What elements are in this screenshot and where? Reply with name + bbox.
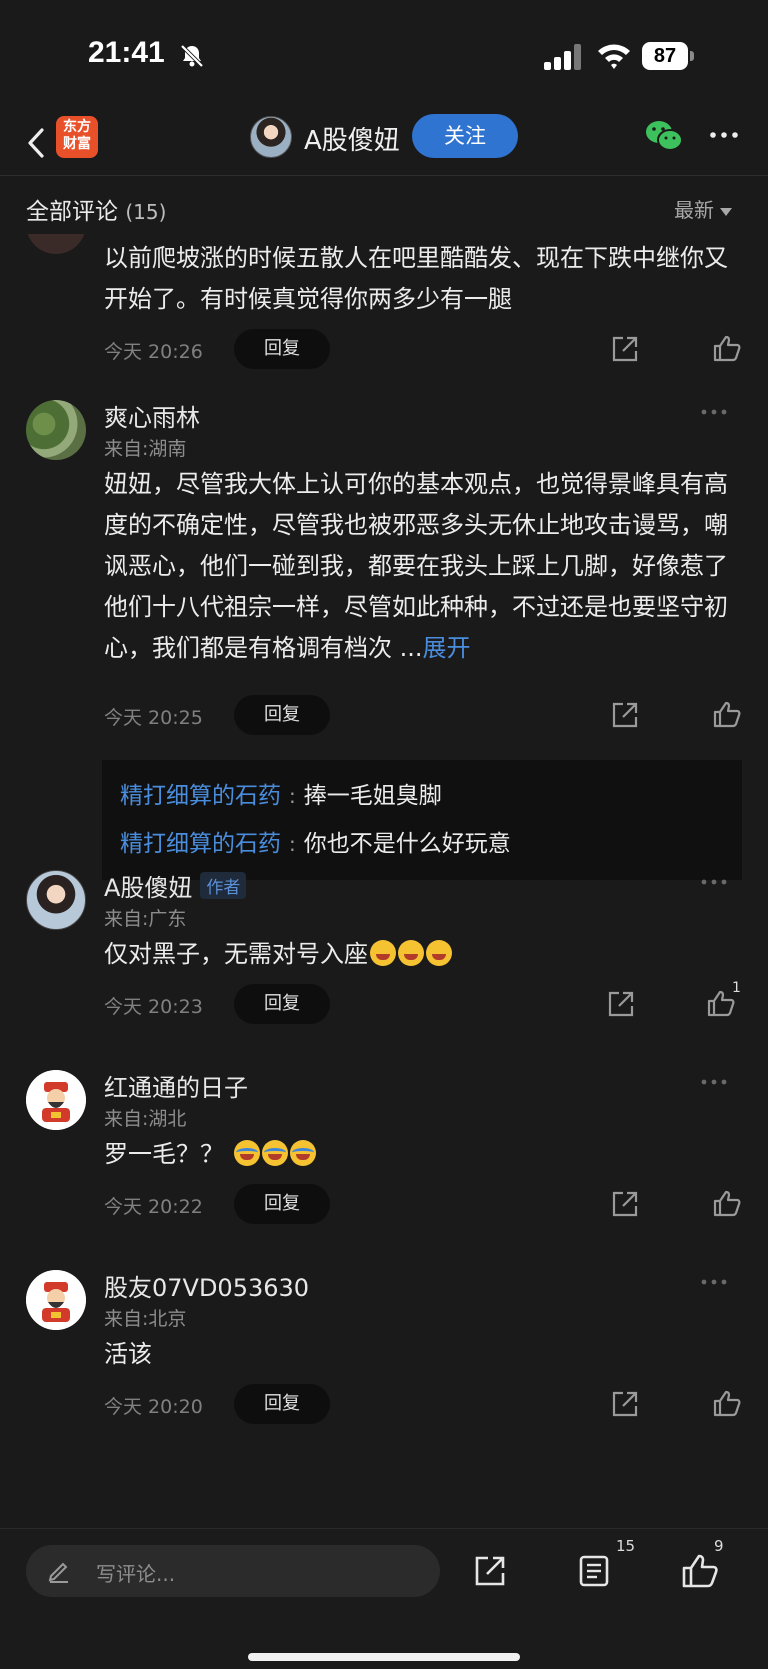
sub-reply-user[interactable]: 精打细算的石药 [120, 783, 281, 809]
thumbs-up-icon[interactable] [712, 699, 742, 729]
top-nav: 东方 财富 A股傻妞 关注 [0, 110, 768, 176]
comment-time: 今天 20:20 [104, 1396, 203, 1418]
pencil-icon [48, 1562, 68, 1583]
more-options-icon[interactable] [708, 122, 740, 148]
comment-more-icon[interactable] [700, 874, 728, 890]
app-logo[interactable]: 东方 财富 [56, 116, 98, 158]
author-name[interactable]: A股傻妞 [304, 120, 400, 157]
sub-reply-user[interactable]: 精打细算的石药 [120, 831, 281, 857]
like-count: 1 [732, 980, 741, 996]
fortune-god-icon [26, 1270, 86, 1330]
follow-button[interactable]: 关注 [412, 114, 518, 158]
comment-time: 今天 20:25 [104, 707, 203, 729]
comment-body: 妞妞，尽管我大体上认可你的基本观点，也觉得景峰具有高度的不确定性，尽管我也被邪恶… [104, 470, 728, 662]
battery-level: 87 [642, 42, 688, 70]
comment-more-icon[interactable] [700, 404, 728, 420]
write-comment-placeholder: 写评论... [96, 1562, 176, 1586]
author-badge: 作者 [200, 872, 247, 899]
sub-reply-text: 捧一毛姐臭脚 [303, 783, 442, 809]
sub-reply-text: 你也不是什么好玩意 [303, 831, 511, 857]
commenter-name[interactable]: 股友07VD053630 [104, 1268, 309, 1303]
reply-button[interactable]: 回复 [234, 1184, 330, 1224]
all-comments-title: 全部评论 (15) [26, 199, 167, 225]
commenter-location: 来自:湖北 [104, 1108, 187, 1130]
commenter-location: 来自:广东 [104, 908, 187, 930]
back-arrow-icon[interactable] [22, 120, 52, 166]
share-icon[interactable] [472, 1553, 508, 1589]
sub-reply[interactable]: 精打细算的石药: 你也不是什么好玩意 [120, 820, 724, 868]
caret-down-icon [720, 207, 732, 216]
bell-off-icon [180, 44, 204, 68]
status-bar: 21:41 87 [0, 0, 768, 110]
comment-total-count: 15 [616, 1537, 636, 1555]
reply-button[interactable]: 回复 [234, 695, 330, 735]
write-comment-input[interactable]: 写评论... [26, 1545, 440, 1597]
avatar[interactable] [26, 870, 86, 930]
grin-emoji-icon [370, 940, 396, 966]
laugh-cry-emoji-icon [261, 1140, 288, 1166]
share-icon[interactable] [610, 700, 640, 730]
avatar[interactable] [26, 400, 86, 460]
comment-section-header: 全部评论 (15) 最新 [0, 184, 768, 234]
commenter-location: 来自:湖南 [104, 438, 187, 460]
comment-more-icon[interactable] [700, 1074, 728, 1090]
thumbs-up-icon[interactable] [712, 1188, 742, 1218]
thumbs-up-icon[interactable] [680, 1551, 718, 1589]
bottom-action-bar: 写评论... 15 9 [0, 1528, 768, 1669]
comment-body: 以前爬坡涨的时候五散人在吧里酷酷发、现在下跌中继你又开始了。有时候真觉得你两多少… [104, 244, 728, 313]
comment-body: 活该 [104, 1340, 152, 1368]
comments-list-icon[interactable] [576, 1553, 612, 1589]
commenter-name[interactable]: 红通通的日子 [104, 1068, 248, 1103]
laugh-cry-emoji-icon [289, 1140, 316, 1166]
avatar[interactable] [26, 1270, 86, 1330]
wifi-icon [598, 44, 630, 69]
clock: 21:41 [88, 36, 165, 69]
sort-dropdown[interactable]: 最新 [674, 194, 732, 223]
wechat-share-icon[interactable] [644, 118, 684, 154]
comment-time: 今天 20:26 [104, 341, 203, 363]
share-icon[interactable] [610, 334, 640, 364]
expand-link[interactable]: 展开 [423, 634, 471, 662]
comment-body: 仅对黑子，无需对号入座 [104, 934, 736, 975]
share-icon[interactable] [606, 989, 636, 1019]
sub-replies: 精打细算的石药: 捧一毛姐臭脚 精打细算的石药: 你也不是什么好玩意 [102, 760, 742, 880]
comment-list[interactable]: 以前爬坡涨的时候五散人在吧里酷酷发、现在下跌中继你又开始了。有时候真觉得你两多少… [0, 234, 768, 1526]
reply-button[interactable]: 回复 [234, 1384, 330, 1424]
share-icon[interactable] [610, 1189, 640, 1219]
thumbs-up-icon[interactable] [712, 1388, 742, 1418]
comment-time: 今天 20:23 [104, 996, 203, 1018]
avatar[interactable] [26, 234, 86, 254]
sub-reply[interactable]: 精打细算的石药: 捧一毛姐臭脚 [120, 772, 724, 820]
commenter-location: 来自:北京 [104, 1308, 187, 1330]
comment-count: (15) [125, 200, 167, 224]
reply-button[interactable]: 回复 [234, 329, 330, 369]
fortune-god-icon [26, 1070, 86, 1130]
laugh-cry-emoji-icon [233, 1140, 260, 1166]
share-icon[interactable] [610, 1389, 640, 1419]
comment-time: 今天 20:22 [104, 1196, 203, 1218]
grin-emoji-icon [398, 940, 424, 966]
reply-button[interactable]: 回复 [234, 984, 330, 1024]
home-indicator[interactable] [248, 1653, 520, 1661]
battery-indicator: 87 [642, 42, 694, 70]
commenter-name[interactable]: 爽心雨林 [104, 398, 200, 433]
thumbs-up-icon[interactable] [712, 333, 742, 363]
comment-more-icon[interactable] [700, 1274, 728, 1290]
comment-body: 罗一毛？？ [104, 1134, 736, 1175]
signal-icon [544, 44, 581, 70]
commenter-name: A股傻妞 作者 [104, 868, 247, 903]
like-total-count: 9 [714, 1537, 724, 1555]
avatar[interactable] [26, 1070, 86, 1130]
grin-emoji-icon [426, 940, 452, 966]
author-avatar[interactable] [250, 116, 292, 158]
